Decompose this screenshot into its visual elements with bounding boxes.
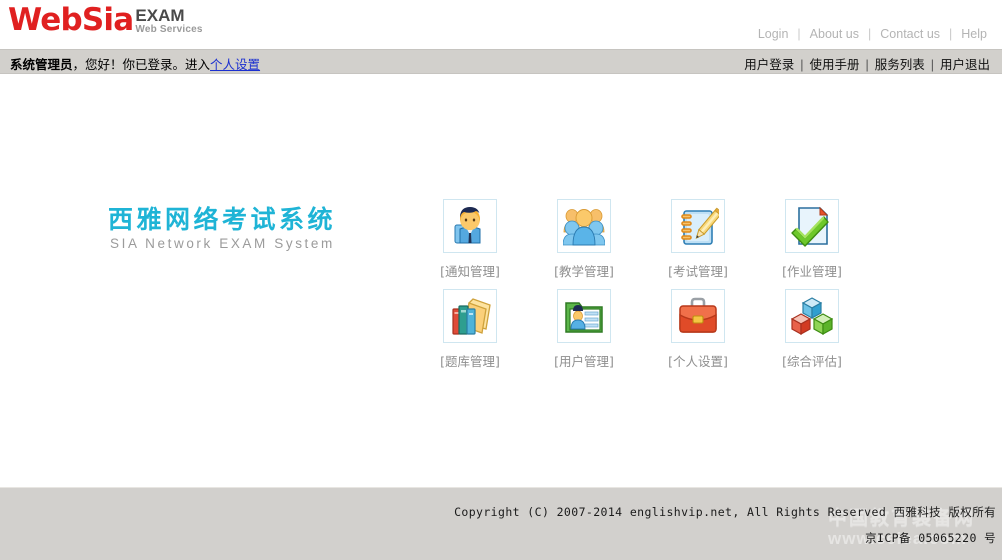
books-folder-icon [449, 295, 491, 337]
module-teaching-management[interactable]: [教学管理] [527, 199, 641, 289]
module-icon-box [443, 199, 497, 253]
module-label: [考试管理] [641, 261, 755, 280]
module-label: [用户管理] [527, 351, 641, 370]
logo-brand-text: WebSia [8, 2, 133, 38]
user-greeting: 系统管理员，您好！你已登录。进入个人设置 [10, 54, 260, 73]
module-icon-grid: [通知管理] [413, 199, 869, 379]
page-root: WebSia EXAM Web Services Login | About u… [0, 0, 1002, 560]
module-question-bank-management[interactable]: [题库管理] [413, 289, 527, 379]
system-title-cn: 西雅网络考试系统 [108, 205, 358, 235]
user-greeting-text: ，您好！你已登录。进入 [73, 58, 211, 72]
topnav-link-about-us[interactable]: About us [803, 27, 866, 41]
user-action-links: 用户登录|使用手册|服务列表|用户退出 [738, 54, 996, 73]
personal-settings-link[interactable]: 个人设置 [210, 58, 260, 72]
module-comprehensive-assessment[interactable]: [综合评估] [755, 289, 869, 379]
module-label: [个人设置] [641, 351, 755, 370]
module-icon-box [557, 289, 611, 343]
userbar-link-service-list[interactable]: 服务列表 [869, 58, 931, 72]
module-icon-box [557, 199, 611, 253]
module-notice-management[interactable]: [通知管理] [413, 199, 527, 289]
document-check-icon [791, 205, 833, 247]
cubes-icon [791, 295, 833, 337]
topnav-link-login[interactable]: Login [751, 27, 796, 41]
module-label: [作业管理] [755, 261, 869, 280]
topnav-link-contact-us[interactable]: Contact us [873, 27, 947, 41]
userbar-link-user-logout[interactable]: 用户退出 [934, 58, 996, 72]
module-user-management[interactable]: [用户管理] [527, 289, 641, 379]
userbar-link-user-login[interactable]: 用户登录 [738, 58, 800, 72]
person-icon [449, 205, 491, 247]
page-header: WebSia EXAM Web Services Login | About u… [0, 0, 1002, 49]
module-label: [题库管理] [413, 351, 527, 370]
page-footer: 中国教育装备网 www.ceiea.com Copyright (C) 2007… [0, 487, 1002, 560]
logo-tagline-text: Web Services [135, 24, 202, 36]
top-navigation: Login | About us | Contact us | Help [751, 27, 994, 41]
logo-text-group: EXAM Web Services [135, 2, 202, 36]
footer-copyright: Copyright (C) 2007-2014 englishvip.net, … [454, 504, 996, 520]
user-card-icon [563, 295, 605, 337]
module-label: [教学管理] [527, 261, 641, 280]
module-homework-management[interactable]: [作业管理] [755, 199, 869, 289]
topnav-separator: | [947, 27, 954, 41]
footer-icp-number: 京ICP备 05065220 号 [865, 530, 996, 546]
main-content: 西雅网络考试系统 SIA Network EXAM System [0, 74, 1002, 487]
logo-product-text: EXAM [135, 7, 202, 24]
module-label: [综合评估] [755, 351, 869, 370]
notepad-pencil-icon [677, 205, 719, 247]
user-status-bar: 系统管理员，您好！你已登录。进入个人设置 用户登录|使用手册|服务列表|用户退出 [0, 49, 1002, 74]
module-icon-box [671, 289, 725, 343]
group-icon [563, 205, 605, 247]
module-label: [通知管理] [413, 261, 527, 280]
topnav-link-help[interactable]: Help [954, 27, 994, 41]
userbar-link-user-manual[interactable]: 使用手册 [803, 58, 865, 72]
briefcase-icon [677, 295, 719, 337]
topnav-separator: | [795, 27, 802, 41]
user-role-name: 系统管理员 [10, 58, 73, 72]
site-logo[interactable]: WebSia EXAM Web Services [8, 2, 203, 38]
module-icon-box [443, 289, 497, 343]
module-exam-management[interactable]: [考试管理] [641, 199, 755, 289]
module-icon-box [785, 199, 839, 253]
module-icon-box [671, 199, 725, 253]
module-icon-box [785, 289, 839, 343]
topnav-separator: | [866, 27, 873, 41]
system-title-en: SIA Network EXAM System [108, 235, 358, 253]
system-title-block: 西雅网络考试系统 SIA Network EXAM System [108, 205, 358, 253]
module-personal-settings[interactable]: [个人设置] [641, 289, 755, 379]
